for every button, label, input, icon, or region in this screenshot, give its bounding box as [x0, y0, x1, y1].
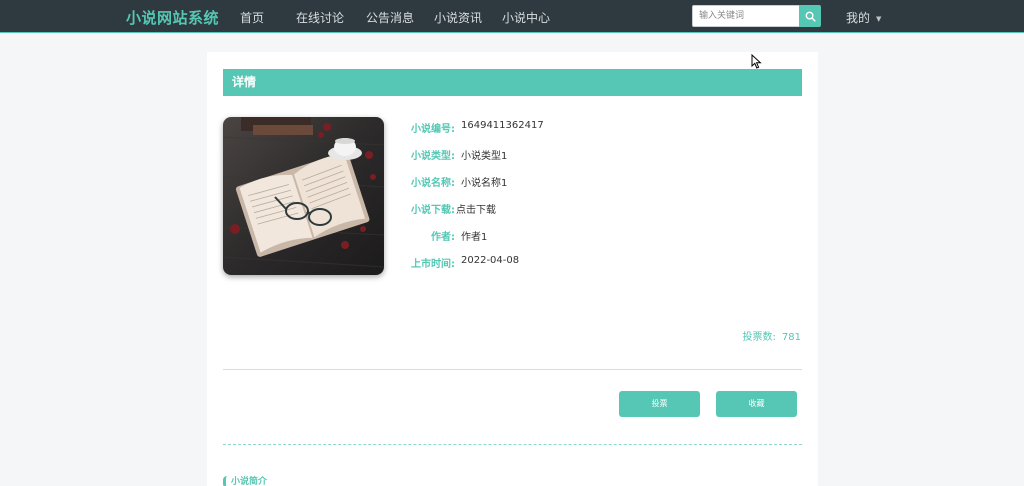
nav-item-announcements[interactable]: 公告消息	[366, 9, 414, 26]
detail-header: 详情	[223, 69, 802, 96]
field-label: 小说下载:	[411, 205, 455, 216]
field-value: 1649411362417	[461, 120, 544, 131]
section-marker-icon	[223, 475, 227, 486]
user-menu-label: 我的	[846, 11, 871, 25]
nav-item-home[interactable]: 首页	[240, 9, 264, 26]
field-label: 小说编号:	[411, 124, 455, 135]
vote-count: 投票数: 781	[743, 328, 801, 343]
field-value: 小说名称1	[461, 178, 508, 189]
dashed-divider	[223, 444, 802, 445]
intro-section-title: 小说简介	[223, 474, 267, 486]
vote-count-label: 投票数:	[742, 332, 776, 343]
novel-cover-image	[223, 117, 384, 275]
search-input[interactable]	[692, 5, 800, 27]
search-icon	[805, 11, 816, 22]
field-label: 小说类型:	[411, 151, 455, 162]
download-link[interactable]: 点击下载	[456, 201, 496, 216]
site-logo[interactable]: 小说网站系统	[126, 7, 219, 28]
nav-item-forum[interactable]: 在线讨论	[296, 9, 344, 26]
vote-button[interactable]: 投票	[619, 391, 700, 417]
nav-item-news[interactable]: 小说资讯	[434, 9, 482, 26]
chevron-down-icon: ▼	[876, 14, 882, 23]
favorite-button[interactable]: 收藏	[716, 391, 797, 417]
vote-count-value: 781	[781, 332, 801, 343]
nav-item-novel-center[interactable]: 小说中心	[502, 9, 550, 26]
intro-title-text: 小说简介	[231, 477, 268, 486]
mouse-cursor-icon	[751, 54, 762, 69]
user-menu[interactable]: 我的 ▼	[846, 9, 881, 26]
top-navbar: 小说网站系统 首页 在线讨论 公告消息 小说资讯 小说中心 我的 ▼	[0, 0, 1024, 33]
field-value: 作者1	[461, 232, 488, 243]
field-label: 上市时间:	[411, 259, 455, 270]
search-button[interactable]	[799, 5, 821, 27]
field-label: 小说名称:	[411, 178, 455, 189]
divider	[223, 369, 802, 370]
field-label: 作者:	[431, 232, 455, 243]
field-value: 2022-04-08	[461, 255, 520, 266]
detail-card: 详情 小说编号: 1649411362417 小说类型: 小说类型1 小说名称:…	[207, 52, 818, 486]
field-value: 小说类型1	[461, 151, 508, 162]
